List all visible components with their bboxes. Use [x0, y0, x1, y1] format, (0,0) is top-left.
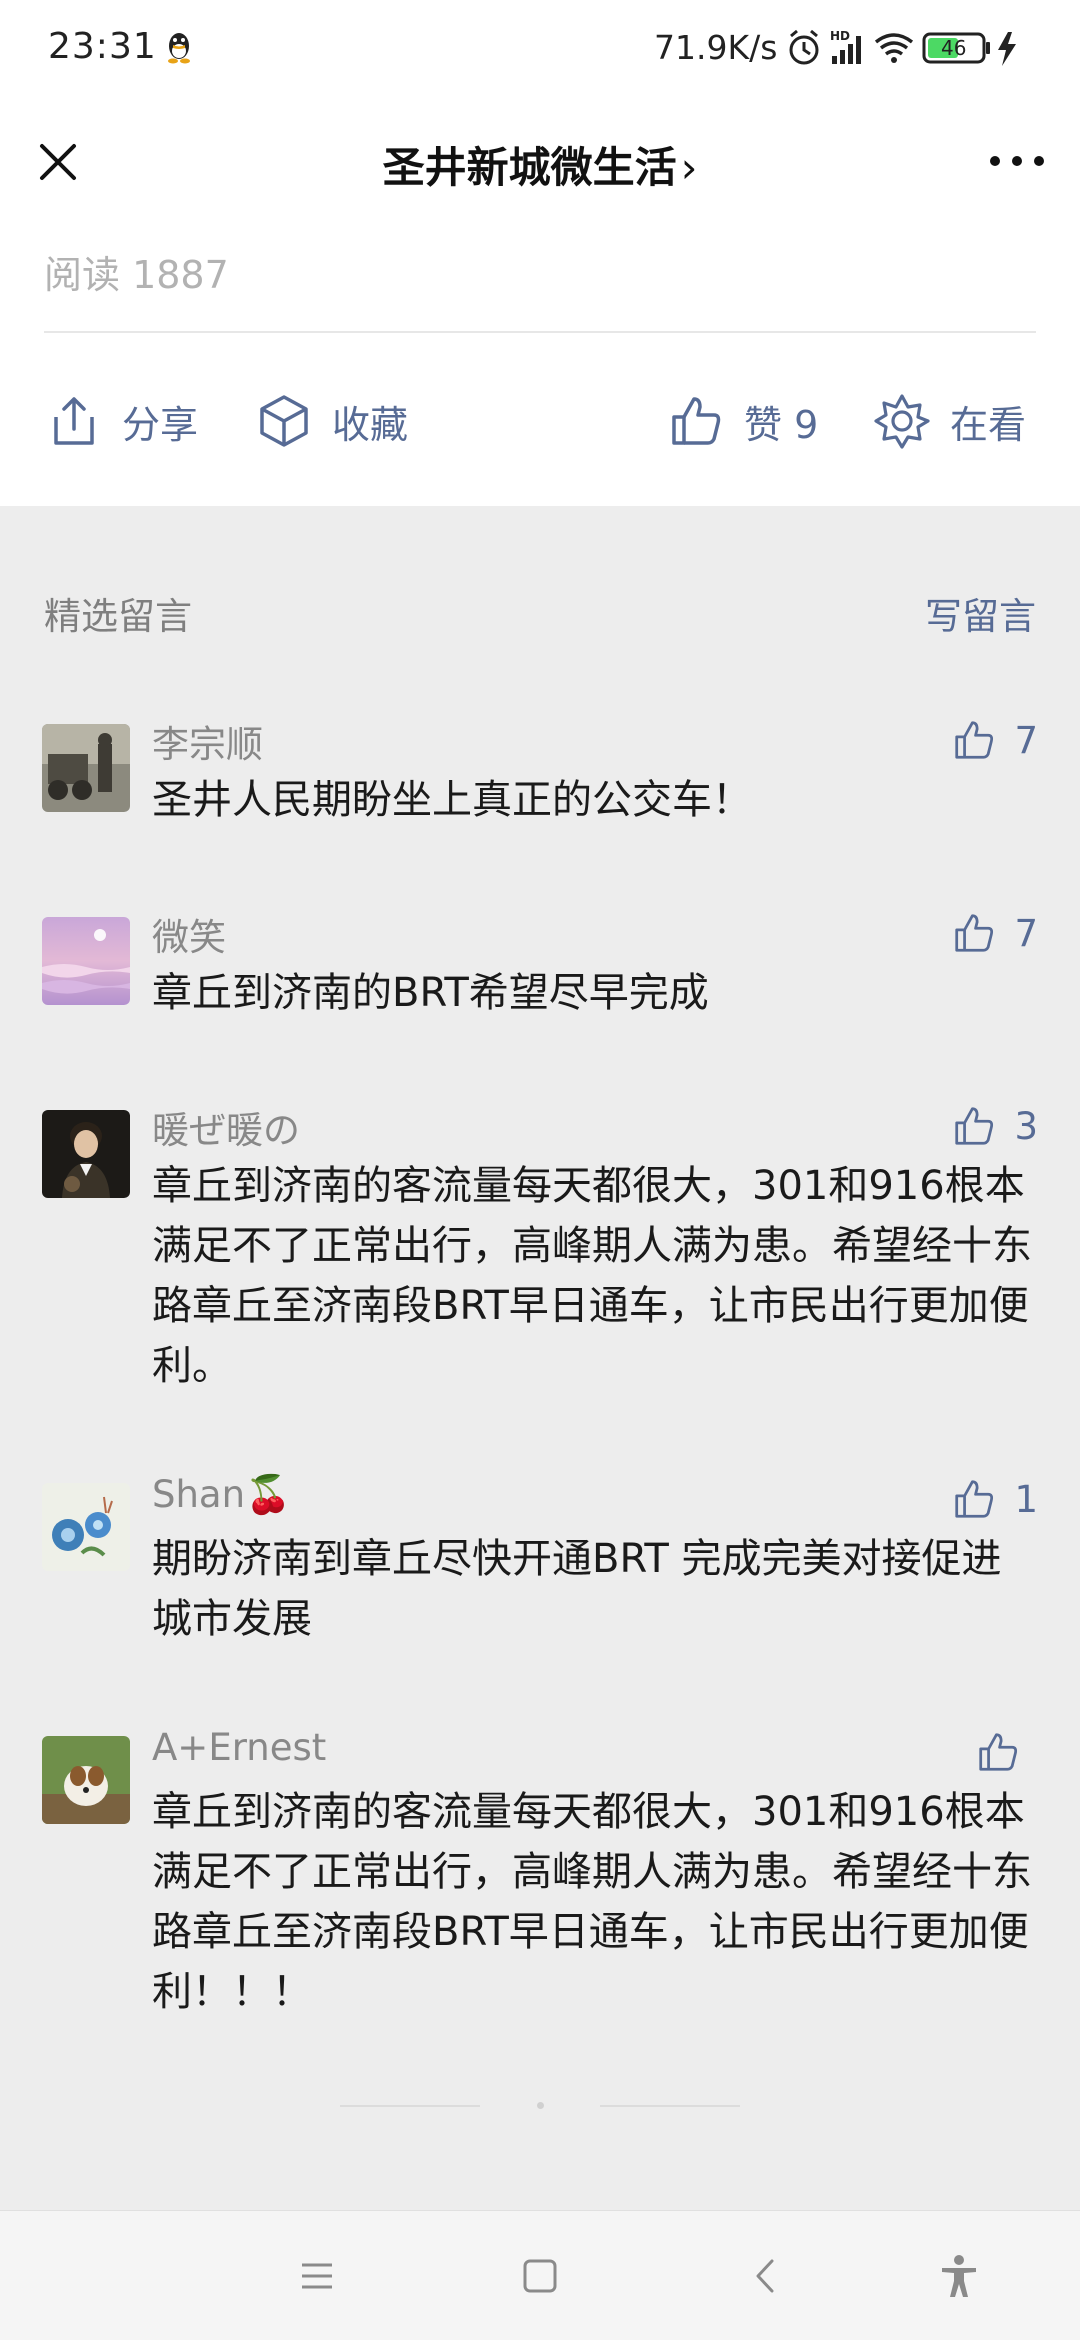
- avatar[interactable]: [42, 1110, 130, 1198]
- wifi-icon: [874, 33, 914, 63]
- avatar[interactable]: [42, 724, 130, 812]
- more-icon[interactable]: [982, 136, 1052, 186]
- qq-icon: [168, 33, 190, 64]
- favorite-button[interactable]: 收藏: [256, 386, 408, 456]
- end-line-left: [340, 2105, 480, 2107]
- avatar[interactable]: [42, 917, 130, 1005]
- thumbs-up-icon: [955, 1480, 994, 1518]
- comment-text: 期盼济南到章丘尽快开通BRT 完成完美对接促进城市发展: [152, 1536, 1002, 1642]
- end-dot: [537, 2102, 544, 2109]
- wow-label: 在看: [950, 402, 1027, 447]
- comment-like-count: 1: [1014, 1477, 1038, 1521]
- commenter-name: Shan🍒: [152, 1473, 292, 1516]
- end-of-comments-divider: [0, 2096, 1080, 2116]
- chevron-right-icon: ›: [680, 143, 698, 192]
- like-button[interactable]: 赞 9: [668, 386, 818, 456]
- avatar[interactable]: [42, 1736, 130, 1824]
- charging-icon: [998, 32, 1016, 66]
- end-line-right: [600, 2105, 740, 2107]
- divider: [44, 331, 1036, 333]
- comment-like-button[interactable]: 7: [952, 911, 1038, 955]
- comment-text: 章丘到济南的客流量每天都很大，301和916根本满足不了正常出行，高峰期人满为患…: [152, 1789, 1032, 2015]
- read-count: 阅读 1887: [44, 253, 229, 297]
- status-time: 23:31: [48, 26, 157, 67]
- comment-like-count: 7: [1014, 911, 1038, 955]
- commenter-name: 李宗顺: [152, 723, 263, 766]
- account-title[interactable]: 圣井新城微生活›: [0, 134, 1080, 195]
- share-button[interactable]: 分享: [46, 386, 198, 456]
- wow-button[interactable]: 在看: [874, 386, 1026, 456]
- comment-like-button[interactable]: 3: [952, 1104, 1038, 1148]
- share-label: 分享: [122, 402, 199, 447]
- comment-like-button[interactable]: 7: [952, 718, 1038, 762]
- share-icon: [54, 397, 94, 445]
- svg-text:HD: HD: [830, 29, 850, 43]
- comment-text: 圣井人民期盼坐上真正的公交车！: [152, 777, 752, 823]
- like-label: 赞 9: [744, 402, 819, 447]
- svg-text:46: 46: [941, 36, 966, 60]
- thumbs-up-icon: [955, 721, 994, 759]
- system-navigation-bar: [0, 2210, 1080, 2340]
- comment-like-count: 7: [1014, 718, 1038, 762]
- commenter-name: 暖ぜ暖の: [152, 1109, 300, 1152]
- menu-icon[interactable]: [292, 2251, 342, 2301]
- status-bar: 23:31 71.9K/s HD 46: [0, 0, 1080, 96]
- thumbs-up-icon: [979, 1733, 1018, 1771]
- thumbs-up-icon: [955, 914, 994, 952]
- comment-text: 章丘到济南的BRT希望尽早完成: [152, 970, 709, 1016]
- status-icons: HD 46: [789, 29, 1016, 66]
- article-footer: 阅读 1887 分享 收藏 赞 9 在看: [0, 228, 1080, 506]
- comment-text: 章丘到济南的客流量每天都很大，301和916根本满足不了正常出行，高峰期人满为患…: [152, 1163, 1032, 1389]
- comment-like-count: 3: [1014, 1104, 1038, 1148]
- featured-comments-title: 精选留言: [44, 595, 192, 638]
- commenter-name: A+Ernest: [152, 1726, 327, 1769]
- write-comment-link[interactable]: 写留言: [925, 586, 1036, 640]
- wechat-article-screen: 23:31 71.9K/s HD 46 圣井新城微生活› 阅读 1887 分享 …: [0, 0, 1080, 2340]
- favorite-label: 收藏: [332, 402, 409, 447]
- comment-like-button[interactable]: 1: [952, 1477, 1038, 1521]
- home-icon[interactable]: [515, 2251, 565, 2301]
- thumbs-up-icon: [955, 1107, 994, 1145]
- account-name: 圣井新城微生活: [382, 143, 677, 192]
- comment-like-button[interactable]: [976, 1730, 1038, 1774]
- thumbs-up-icon: [672, 397, 721, 445]
- back-icon[interactable]: [742, 2251, 792, 2301]
- cube-icon: [260, 395, 308, 447]
- hd-signal-icon: HD: [830, 29, 861, 64]
- battery-icon: 46: [922, 32, 990, 64]
- network-speed: 71.9K/s: [654, 28, 778, 67]
- title-bar: 圣井新城微生活›: [0, 96, 1080, 228]
- commenter-name: 微笑: [152, 916, 226, 959]
- alarm-icon: [789, 29, 819, 65]
- wow-star-icon: [874, 394, 930, 449]
- accessibility-icon[interactable]: [934, 2251, 984, 2301]
- comments-header: 精选留言 写留言: [44, 580, 1036, 640]
- avatar[interactable]: [42, 1483, 130, 1571]
